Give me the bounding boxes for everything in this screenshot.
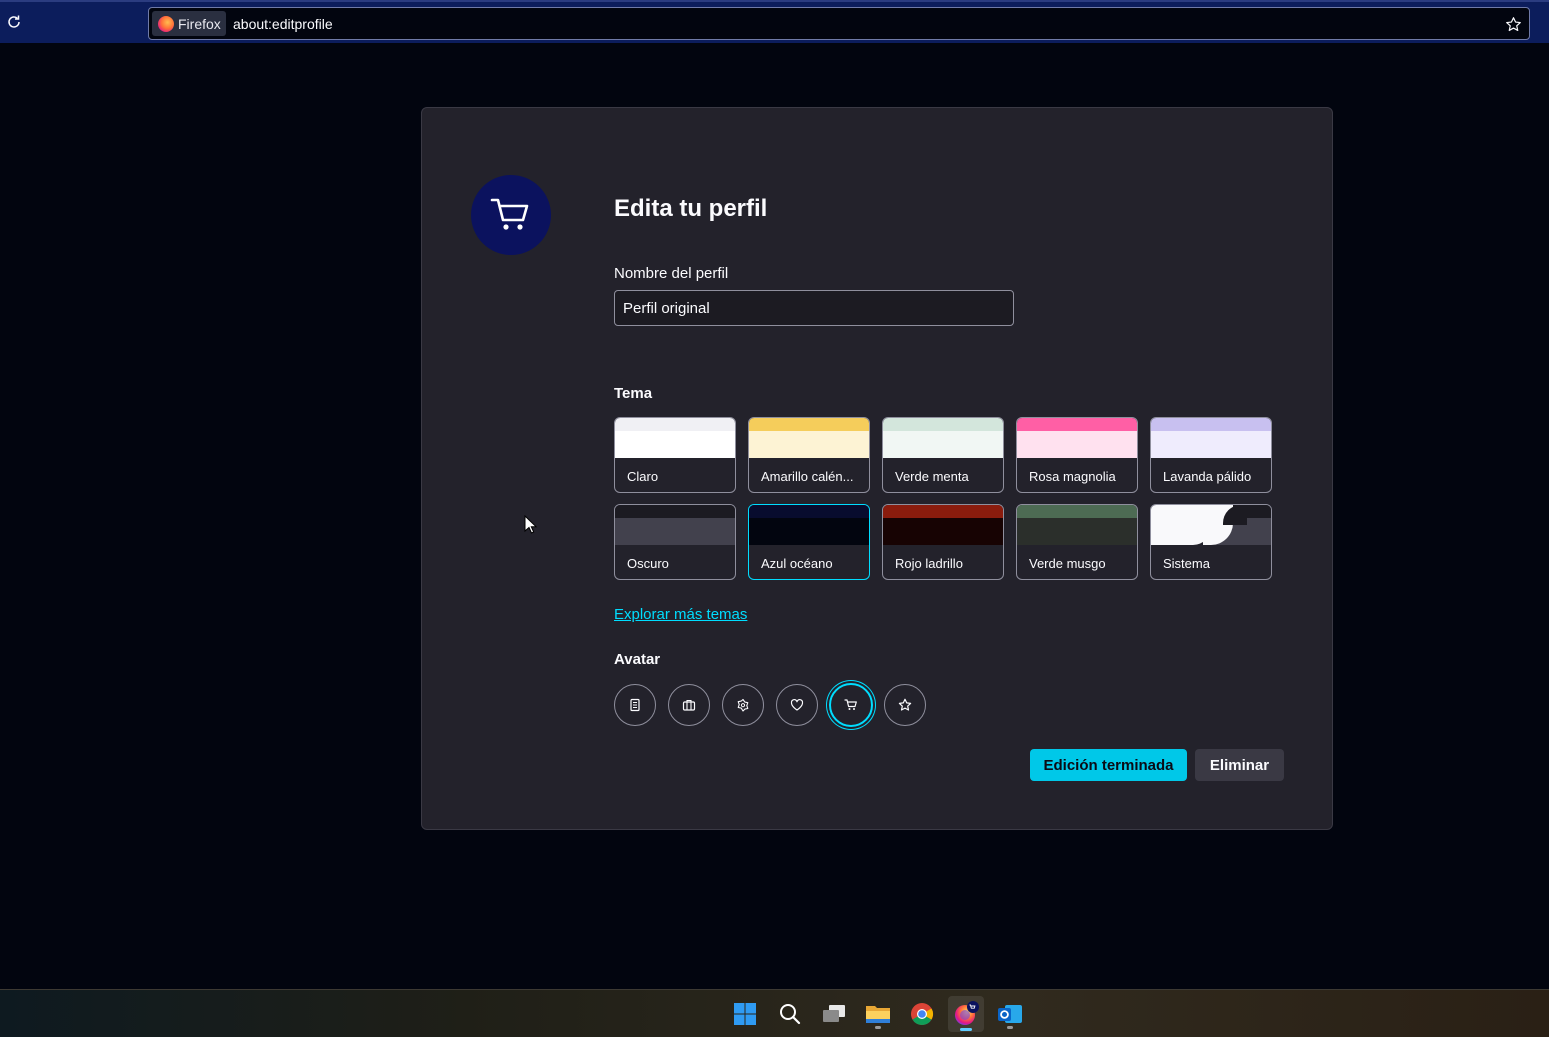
theme-name: Oscuro	[627, 556, 669, 571]
theme-name: Sistema	[1163, 556, 1210, 571]
theme-name: Claro	[627, 469, 659, 484]
reload-icon[interactable]	[2, 10, 26, 34]
profile-name-label: Nombre del perfil	[614, 265, 729, 282]
shopping-cart-icon	[844, 699, 857, 710]
heart-icon	[790, 698, 804, 711]
avatar-option-star[interactable]	[884, 684, 926, 726]
avatar-option-heart[interactable]	[776, 684, 818, 726]
shopping-cart-icon	[490, 198, 529, 230]
taskbar	[0, 989, 1549, 1037]
delete-button[interactable]: Eliminar	[1195, 749, 1284, 781]
identity-box[interactable]: Firefox	[152, 11, 226, 36]
bookmark-star-icon[interactable]	[1503, 14, 1523, 34]
windows-start-icon[interactable]	[729, 998, 761, 1030]
profile-name-input[interactable]	[614, 290, 1014, 326]
theme-verde-menta[interactable]: Verde menta	[882, 417, 1004, 493]
theme-name: Amarillo calén...	[761, 469, 854, 484]
url-text[interactable]: about:editprofile	[233, 16, 333, 32]
theme-section-label: Tema	[614, 385, 653, 402]
theme-oscuro[interactable]: Oscuro	[614, 504, 736, 580]
outlook-icon[interactable]	[994, 998, 1026, 1030]
firefox-logo-icon	[158, 15, 174, 32]
star-icon	[898, 698, 912, 711]
theme-name: Lavanda pálido	[1163, 469, 1252, 484]
mouse-cursor-icon	[524, 514, 538, 540]
profile-avatar	[471, 175, 551, 255]
firefox-icon[interactable]	[948, 996, 984, 1032]
theme-name: Rosa magnolia	[1029, 469, 1116, 484]
chrome-icon[interactable]	[906, 998, 938, 1030]
book-icon	[630, 698, 640, 712]
file-explorer-icon[interactable]	[862, 998, 894, 1030]
flower-icon	[737, 698, 749, 712]
theme-name: Verde musgo	[1029, 556, 1106, 571]
theme-claro[interactable]: Claro	[614, 417, 736, 493]
theme-lavanda[interactable]: Lavanda pálido	[1150, 417, 1272, 493]
briefcase-icon	[682, 699, 696, 711]
theme-name: Rojo ladrillo	[895, 556, 963, 571]
avatar-option-briefcase[interactable]	[668, 684, 710, 726]
avatar-option-flower[interactable]	[722, 684, 764, 726]
edit-profile-card: Edita tu perfil Nombre del perfil Tema C…	[421, 107, 1333, 830]
theme-azul-oceano[interactable]: Azul océano	[748, 504, 870, 580]
theme-sistema[interactable]: Sistema	[1150, 504, 1272, 580]
done-editing-button[interactable]: Edición terminada	[1030, 749, 1187, 781]
avatar-section-label: Avatar	[614, 651, 661, 668]
explore-themes-link[interactable]: Explorar más temas	[614, 606, 747, 623]
theme-verde-musgo[interactable]: Verde musgo	[1016, 504, 1138, 580]
theme-amarillo[interactable]: Amarillo calén...	[748, 417, 870, 493]
url-bar[interactable]: Firefox about:editprofile	[148, 7, 1530, 40]
theme-rojo-ladrillo[interactable]: Rojo ladrillo	[882, 504, 1004, 580]
avatar-option-cart[interactable]	[829, 683, 873, 727]
task-view-icon[interactable]	[818, 998, 850, 1030]
theme-name: Verde menta	[895, 469, 969, 484]
page-title: Edita tu perfil	[614, 195, 768, 222]
search-icon[interactable]	[774, 998, 806, 1030]
avatar-option-book[interactable]	[614, 684, 656, 726]
browser-toolbar: Firefox about:editprofile	[0, 0, 1549, 43]
theme-name: Azul océano	[761, 556, 833, 571]
identity-label: Firefox	[178, 15, 221, 32]
theme-rosa-magnolia[interactable]: Rosa magnolia	[1016, 417, 1138, 493]
